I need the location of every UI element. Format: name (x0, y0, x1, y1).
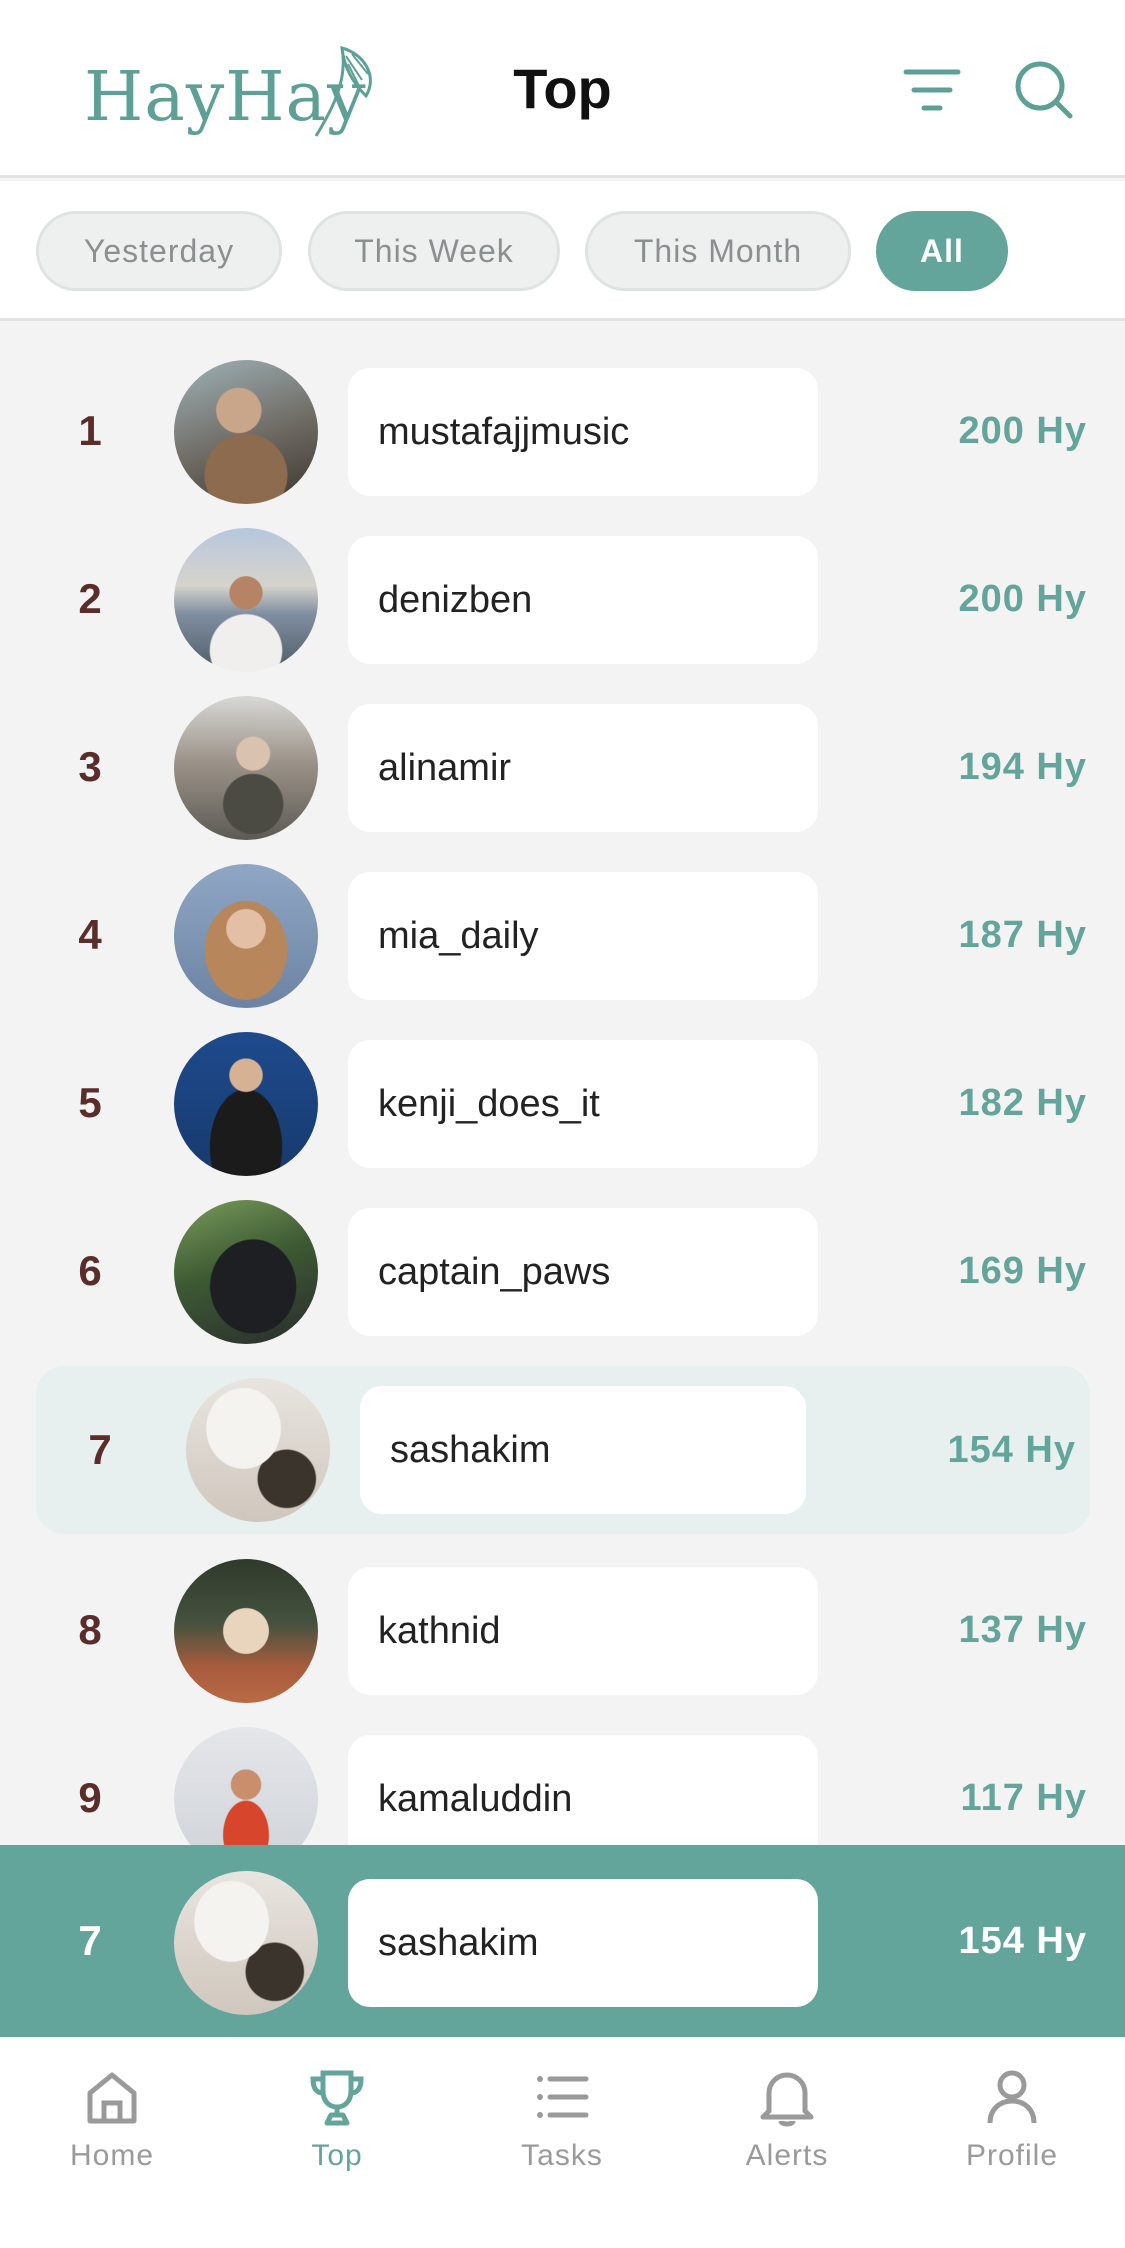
app-header: HayHay Top (0, 0, 1125, 178)
avatar[interactable] (174, 864, 318, 1008)
username[interactable]: denizben (348, 536, 818, 664)
nav-alerts[interactable]: Alerts (702, 2065, 872, 2195)
score: 200 Hy (958, 577, 1087, 620)
username[interactable]: mustafajjmusic (348, 368, 818, 496)
leaderboard-row[interactable]: 8 kathnid 137 Hy (0, 1555, 1125, 1705)
nav-home[interactable]: Home (27, 2065, 197, 2195)
avatar[interactable] (186, 1378, 330, 1522)
avatar[interactable] (174, 1559, 318, 1703)
username[interactable]: kathnid (348, 1567, 818, 1695)
leaderboard-row[interactable]: 4 mia_daily 187 Hy (0, 860, 1125, 1010)
nav-tasks[interactable]: Tasks (477, 2065, 647, 2195)
avatar[interactable] (174, 360, 318, 504)
leaderboard-row[interactable]: 5 kenji_does_it 182 Hy (0, 1028, 1125, 1178)
avatar[interactable] (174, 1032, 318, 1176)
username[interactable]: sashakim (360, 1386, 806, 1514)
time-filter-tabs: Yesterday This Week This Month All (0, 181, 1125, 321)
tab-yesterday[interactable]: Yesterday (36, 211, 282, 291)
nav-label: Home (69, 2139, 155, 2172)
score: 169 Hy (958, 1249, 1087, 1292)
leaderboard-row[interactable]: 2 denizben 200 Hy (0, 524, 1125, 674)
list-icon (537, 2076, 589, 2118)
search-icon[interactable] (1012, 58, 1076, 122)
nav-top[interactable]: Top (252, 2065, 422, 2195)
avatar[interactable] (174, 696, 318, 840)
username[interactable]: kamaluddin (348, 1735, 818, 1863)
leaderboard-row[interactable]: 3 alinamir 194 Hy (0, 692, 1125, 842)
trophy-icon (310, 2070, 364, 2126)
rank-number: 8 (78, 1606, 102, 1653)
rank-number: 1 (78, 407, 102, 454)
leaderboard-row[interactable]: 1 mustafajjmusic 200 Hy (0, 356, 1125, 506)
home-icon (87, 2072, 137, 2124)
bottom-navigation: Home Top Tasks Alerts Profile (0, 2037, 1125, 2248)
rank-number: 7 (88, 1426, 112, 1473)
nav-label: Alerts (745, 2139, 829, 2172)
username[interactable]: kenji_does_it (348, 1040, 818, 1168)
score: 154 Hy (958, 1919, 1087, 1962)
rank-number: 2 (78, 575, 102, 622)
person-icon (987, 2070, 1037, 2124)
rank-number: 6 (78, 1247, 102, 1294)
tab-this-month[interactable]: This Month (585, 211, 851, 291)
tab-all[interactable]: All (876, 211, 1008, 291)
filter-icon[interactable] (900, 58, 964, 122)
username[interactable]: mia_daily (348, 872, 818, 1000)
rank-number: 5 (78, 1079, 102, 1126)
nav-label: Top (311, 2139, 363, 2172)
rank-number: 3 (78, 743, 102, 790)
leaderboard-row[interactable]: 6 captain_paws 169 Hy (0, 1196, 1125, 1346)
avatar[interactable] (174, 1871, 318, 2015)
rank-number: 4 (78, 911, 102, 958)
avatar[interactable] (174, 1200, 318, 1344)
score: 182 Hy (958, 1081, 1087, 1124)
avatar[interactable] (174, 528, 318, 672)
username[interactable]: alinamir (348, 704, 818, 832)
score: 187 Hy (958, 913, 1087, 956)
bell-icon (760, 2072, 814, 2127)
current-user-rank-bar[interactable]: 7 sashakim 154 Hy (0, 1845, 1125, 2037)
tab-this-week[interactable]: This Week (308, 211, 560, 291)
score: 137 Hy (958, 1608, 1087, 1651)
score: 200 Hy (958, 409, 1087, 452)
leaderboard-row-current-user[interactable]: 7 sashakim 154 Hy (36, 1366, 1090, 1534)
nav-label: Tasks (521, 2139, 603, 2172)
nav-label: Profile (965, 2139, 1059, 2172)
nav-profile[interactable]: Profile (927, 2065, 1097, 2195)
score: 194 Hy (958, 745, 1087, 788)
rank-number: 7 (78, 1917, 102, 1964)
username[interactable]: sashakim (348, 1879, 818, 2007)
username[interactable]: captain_paws (348, 1208, 818, 1336)
score: 154 Hy (947, 1428, 1076, 1471)
